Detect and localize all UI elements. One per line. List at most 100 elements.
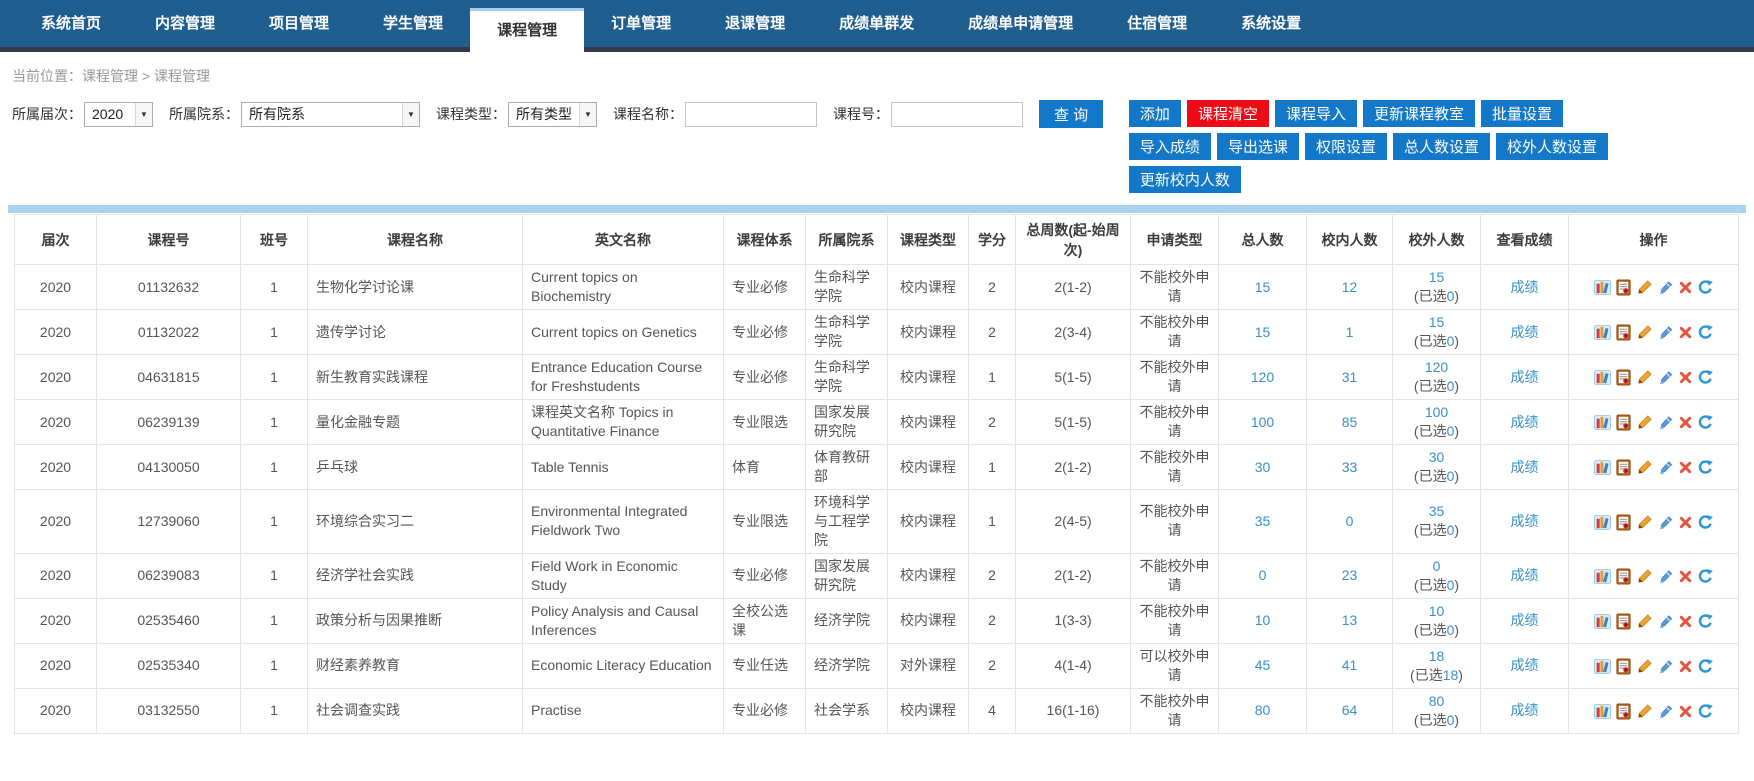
score-link[interactable]: 成绩 xyxy=(1511,567,1539,583)
total-count-link[interactable]: 15 xyxy=(1255,279,1271,295)
search-button[interactable]: 查 询 xyxy=(1039,100,1103,128)
blue-pen-icon[interactable] xyxy=(1657,369,1674,386)
nav-tab[interactable]: 系统首页 xyxy=(14,0,128,47)
chevron-down-icon[interactable]: ▼ xyxy=(402,103,419,126)
outside-count-link[interactable]: 120 xyxy=(1425,359,1448,375)
nav-tab[interactable]: 项目管理 xyxy=(242,0,356,47)
pencil-edit-icon[interactable] xyxy=(1636,369,1653,386)
inside-count-link[interactable]: 13 xyxy=(1342,612,1358,628)
nav-tab[interactable]: 订单管理 xyxy=(584,0,698,47)
delete-x-icon[interactable] xyxy=(1678,569,1693,584)
delete-x-icon[interactable] xyxy=(1678,280,1693,295)
books-bars-icon[interactable] xyxy=(1594,514,1611,531)
delete-x-icon[interactable] xyxy=(1678,370,1693,385)
books-bars-icon[interactable] xyxy=(1594,279,1611,296)
action-button[interactable]: 校外人数设置 xyxy=(1496,133,1608,160)
outside-count-link[interactable]: 30 xyxy=(1429,449,1445,465)
blue-pen-icon[interactable] xyxy=(1657,414,1674,431)
clipboard-seal-icon[interactable] xyxy=(1615,369,1632,386)
inside-count-link[interactable]: 64 xyxy=(1342,702,1358,718)
blue-pen-icon[interactable] xyxy=(1657,324,1674,341)
clipboard-seal-icon[interactable] xyxy=(1615,658,1632,675)
nav-tab[interactable]: 学生管理 xyxy=(356,0,470,47)
score-link[interactable]: 成绩 xyxy=(1511,414,1539,430)
total-count-link[interactable]: 30 xyxy=(1255,459,1271,475)
books-bars-icon[interactable] xyxy=(1594,658,1611,675)
clipboard-seal-icon[interactable] xyxy=(1615,568,1632,585)
nav-tab[interactable]: 系统设置 xyxy=(1214,0,1328,47)
action-button[interactable]: 课程导入 xyxy=(1275,100,1357,127)
blue-pen-icon[interactable] xyxy=(1657,613,1674,630)
score-link[interactable]: 成绩 xyxy=(1511,612,1539,628)
score-link[interactable]: 成绩 xyxy=(1511,324,1539,340)
score-link[interactable]: 成绩 xyxy=(1511,513,1539,529)
total-count-link[interactable]: 100 xyxy=(1251,414,1274,430)
score-link[interactable]: 成绩 xyxy=(1511,279,1539,295)
score-link[interactable]: 成绩 xyxy=(1511,459,1539,475)
pencil-edit-icon[interactable] xyxy=(1636,414,1653,431)
delete-x-icon[interactable] xyxy=(1678,415,1693,430)
nav-tab[interactable]: 住宿管理 xyxy=(1100,0,1214,47)
blue-pen-icon[interactable] xyxy=(1657,514,1674,531)
outside-count-link[interactable]: 15 xyxy=(1429,314,1445,330)
clipboard-seal-icon[interactable] xyxy=(1615,279,1632,296)
nav-tab[interactable]: 成绩单群发 xyxy=(812,0,941,47)
total-count-link[interactable]: 10 xyxy=(1255,612,1271,628)
pencil-edit-icon[interactable] xyxy=(1636,514,1653,531)
clipboard-seal-icon[interactable] xyxy=(1615,414,1632,431)
nav-tab[interactable]: 内容管理 xyxy=(128,0,242,47)
delete-x-icon[interactable] xyxy=(1678,515,1693,530)
delete-x-icon[interactable] xyxy=(1678,659,1693,674)
action-button[interactable]: 导入成绩 xyxy=(1129,133,1211,160)
blue-pen-icon[interactable] xyxy=(1657,568,1674,585)
pencil-edit-icon[interactable] xyxy=(1636,613,1653,630)
delete-x-icon[interactable] xyxy=(1678,704,1693,719)
clipboard-seal-icon[interactable] xyxy=(1615,459,1632,476)
score-link[interactable]: 成绩 xyxy=(1511,702,1539,718)
total-count-link[interactable]: 120 xyxy=(1251,369,1274,385)
pencil-edit-icon[interactable] xyxy=(1636,658,1653,675)
blue-pen-icon[interactable] xyxy=(1657,703,1674,720)
course-code-input[interactable] xyxy=(891,102,1023,127)
action-button[interactable]: 更新校内人数 xyxy=(1129,166,1241,193)
outside-count-link[interactable]: 0 xyxy=(1433,558,1441,574)
action-button[interactable]: 总人数设置 xyxy=(1393,133,1490,160)
refresh-icon[interactable] xyxy=(1697,324,1714,341)
pencil-edit-icon[interactable] xyxy=(1636,279,1653,296)
inside-count-link[interactable]: 12 xyxy=(1342,279,1358,295)
delete-x-icon[interactable] xyxy=(1678,325,1693,340)
refresh-icon[interactable] xyxy=(1697,658,1714,675)
pencil-edit-icon[interactable] xyxy=(1636,568,1653,585)
books-bars-icon[interactable] xyxy=(1594,568,1611,585)
nav-tab[interactable]: 退课管理 xyxy=(698,0,812,47)
books-bars-icon[interactable] xyxy=(1594,414,1611,431)
refresh-icon[interactable] xyxy=(1697,459,1714,476)
books-bars-icon[interactable] xyxy=(1594,324,1611,341)
delete-x-icon[interactable] xyxy=(1678,614,1693,629)
score-link[interactable]: 成绩 xyxy=(1511,657,1539,673)
nav-tab[interactable]: 成绩单申请管理 xyxy=(941,0,1100,47)
blue-pen-icon[interactable] xyxy=(1657,459,1674,476)
refresh-icon[interactable] xyxy=(1697,703,1714,720)
clipboard-seal-icon[interactable] xyxy=(1615,613,1632,630)
clipboard-seal-icon[interactable] xyxy=(1615,514,1632,531)
refresh-icon[interactable] xyxy=(1697,568,1714,585)
outside-count-link[interactable]: 35 xyxy=(1429,503,1445,519)
outside-count-link[interactable]: 100 xyxy=(1425,404,1448,420)
total-count-link[interactable]: 45 xyxy=(1255,657,1271,673)
pencil-edit-icon[interactable] xyxy=(1636,324,1653,341)
outside-count-link[interactable]: 10 xyxy=(1429,603,1445,619)
books-bars-icon[interactable] xyxy=(1594,703,1611,720)
books-bars-icon[interactable] xyxy=(1594,613,1611,630)
clipboard-seal-icon[interactable] xyxy=(1615,703,1632,720)
action-button[interactable]: 权限设置 xyxy=(1305,133,1387,160)
inside-count-link[interactable]: 1 xyxy=(1346,324,1354,340)
score-link[interactable]: 成绩 xyxy=(1511,369,1539,385)
refresh-icon[interactable] xyxy=(1697,613,1714,630)
department-select[interactable]: 所有院系 ▼ xyxy=(241,102,420,127)
books-bars-icon[interactable] xyxy=(1594,459,1611,476)
chevron-down-icon[interactable]: ▼ xyxy=(135,103,152,126)
chevron-down-icon[interactable]: ▼ xyxy=(579,103,596,126)
outside-count-link[interactable]: 15 xyxy=(1429,269,1445,285)
refresh-icon[interactable] xyxy=(1697,279,1714,296)
